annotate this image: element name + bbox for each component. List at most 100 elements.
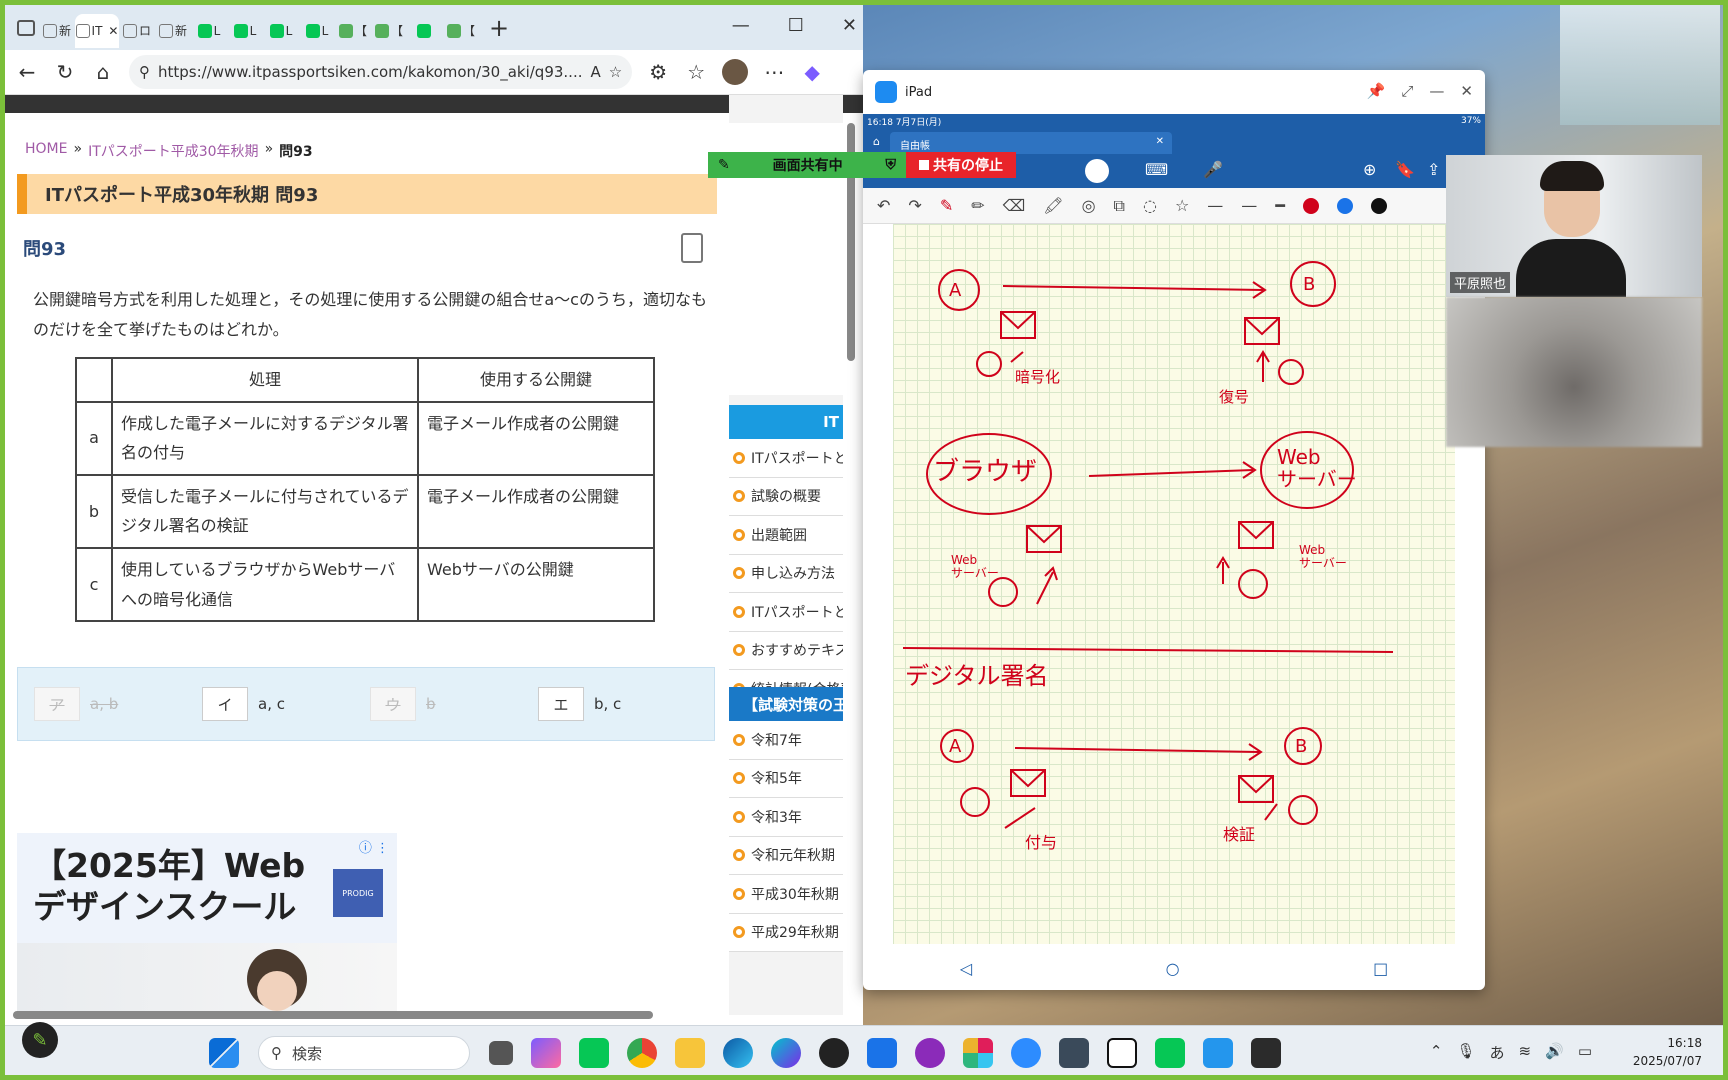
chevron-up-icon[interactable]: ⌃ (1430, 1042, 1443, 1063)
answer-a[interactable]: ア a, b (34, 687, 202, 721)
start-icon[interactable] (209, 1038, 239, 1068)
browser-tab[interactable]: IT ✕ (75, 13, 119, 48)
browser-tab[interactable]: 新 (39, 14, 75, 48)
browser-tab[interactable]: L (191, 14, 227, 48)
chrome-app-icon[interactable] (627, 1038, 657, 1068)
sidebar-menu-item[interactable]: おすすめテキス (729, 631, 843, 670)
share-icon[interactable]: ⇪ (1427, 160, 1440, 179)
ad-info-icon[interactable]: ⓘ ⋮ (359, 837, 389, 856)
battery-icon[interactable]: ▭ (1578, 1042, 1592, 1063)
black-swatch[interactable] (1370, 197, 1387, 214)
eraser-tool-icon[interactable]: ⌫ (1003, 196, 1026, 215)
reload-icon[interactable]: ↻ (53, 60, 77, 84)
breadcrumb-section[interactable]: ITパスポート平成30年秋期 (88, 141, 259, 161)
annotate-pen-icon[interactable]: ✎ (22, 1022, 58, 1058)
browser-tab[interactable]: L (227, 14, 263, 48)
sidebar-menu-item[interactable]: 出題範囲 (729, 516, 843, 555)
horizontal-scrollbar[interactable] (13, 1011, 653, 1019)
clock[interactable]: 16:18 2025/07/07 (1633, 1034, 1702, 1070)
advertisement[interactable]: 【2025年】Web デザインスクール PRODIG ⓘ ⋮ (17, 833, 397, 1013)
browser-tab[interactable]: 【 (371, 14, 407, 48)
chatgpt-app-icon[interactable] (819, 1038, 849, 1068)
extensions-icon[interactable]: ⚙ (646, 60, 670, 84)
minimize-icon[interactable]: — (1429, 82, 1444, 100)
home-icon[interactable]: ⌂ (91, 60, 115, 84)
sidebar-menu-item[interactable]: ITパスポートと (729, 439, 843, 478)
slack-app-icon[interactable] (963, 1038, 993, 1068)
highlighter-tool-icon[interactable]: 🖍 (1043, 196, 1063, 215)
favorites-icon[interactable]: ☆ (684, 60, 708, 84)
terminal-app-icon[interactable] (1251, 1038, 1281, 1068)
close-window-icon[interactable]: ✕ (842, 15, 857, 36)
pen-mode-icon[interactable] (1085, 159, 1109, 183)
copilot-icon[interactable]: ◆ (800, 60, 824, 84)
redo-icon[interactable]: ↷ (908, 196, 921, 215)
line-app-icon[interactable] (579, 1038, 609, 1068)
app-icon[interactable] (1059, 1038, 1089, 1068)
pin-icon[interactable]: 📌 (1367, 82, 1386, 100)
video-tile-blurred[interactable] (1446, 297, 1702, 447)
shape-tool-icon[interactable]: ◎ (1082, 196, 1096, 215)
more-menu-icon[interactable]: ⋯ (762, 60, 786, 84)
nav-home-icon[interactable]: ○ (1166, 959, 1180, 978)
address-bar[interactable]: ⚲ https://www.itpassportsiken.com/kakomo… (129, 55, 633, 89)
wifi-icon[interactable]: ≋ (1519, 1042, 1532, 1063)
notion-app-icon[interactable] (1107, 1038, 1137, 1068)
pencil-tool-icon[interactable]: ✏ (971, 196, 984, 215)
image-tool-icon[interactable]: ⧉ (1114, 196, 1125, 216)
undo-icon[interactable]: ↶ (877, 196, 890, 215)
stop-share-button[interactable]: 共有の停止 (906, 152, 1016, 178)
close-icon[interactable]: ✕ (1460, 82, 1473, 100)
browser-tab[interactable]: ロ (119, 14, 155, 48)
sidebar-menu-item[interactable]: 申し込み方法 (729, 554, 843, 593)
zoom-app-icon[interactable] (1011, 1038, 1041, 1068)
note-tab[interactable]: 自由帳 ✕ (889, 132, 1172, 154)
new-tab-button[interactable]: + (489, 14, 509, 42)
add-page-icon[interactable]: ⊕ (1363, 160, 1376, 179)
pen-tool-icon[interactable]: ✎ (940, 196, 953, 215)
browser-tab[interactable]: 新 (155, 14, 191, 48)
copilot-app-icon[interactable] (531, 1038, 561, 1068)
app-icon[interactable] (915, 1038, 945, 1068)
calculator-icon[interactable] (681, 233, 703, 263)
read-aloud-icon[interactable]: A (591, 63, 601, 81)
browser-tab[interactable]: 【 (443, 14, 479, 48)
nav-back-icon[interactable]: ◁ (960, 959, 972, 978)
minimize-icon[interactable]: — (732, 15, 750, 36)
tab-actions-icon[interactable] (17, 19, 35, 36)
sidebar-year-item[interactable]: 令和元年秋期 (729, 836, 843, 875)
site-info-icon[interactable]: ⚲ (139, 63, 150, 81)
sidebar-year-item[interactable]: 令和5年 (729, 759, 843, 798)
video-tile-participant[interactable]: 平原照也 (1446, 155, 1702, 297)
favorite-star-icon[interactable]: ☆ (609, 63, 622, 81)
explorer-app-icon[interactable] (675, 1038, 705, 1068)
red-swatch[interactable] (1302, 197, 1319, 214)
profile-avatar[interactable] (722, 59, 749, 85)
maximize-icon[interactable]: ☐ (788, 15, 804, 36)
sticker-tool-icon[interactable]: ☆ (1175, 196, 1189, 215)
keyboard-icon[interactable]: ⌨ (1145, 160, 1168, 179)
answer-i[interactable]: イ a, c (202, 687, 370, 721)
nav-recents-icon[interactable]: □ (1373, 959, 1388, 978)
note-canvas[interactable]: A B 暗号化 復号 ブラウザ Web サーバー Web サーバー Web サーバー … (893, 224, 1455, 944)
bookmark-icon[interactable]: 🔖 (1395, 160, 1415, 179)
share-status[interactable]: ✎ 画面共有中 ⛨ (708, 152, 906, 178)
volume-icon[interactable]: 🔊 (1545, 1042, 1564, 1063)
ime-indicator[interactable]: あ (1490, 1042, 1505, 1063)
sidebar-year-item[interactable]: 平成29年秋期 (729, 913, 843, 952)
browser-tab[interactable]: L (263, 14, 299, 48)
back-icon[interactable]: ← (15, 60, 39, 84)
sidebar-year-item[interactable]: 令和7年 (729, 721, 843, 760)
canva-app-icon[interactable] (771, 1038, 801, 1068)
browser-tab[interactable] (407, 14, 443, 48)
browser-tab[interactable]: 【 (335, 14, 371, 48)
answer-u[interactable]: ウb (370, 687, 538, 721)
microphone-icon[interactable]: 🎤 (1203, 160, 1223, 179)
close-tab-icon[interactable]: ✕ (108, 24, 118, 38)
sidebar-year-item[interactable]: 令和3年 (729, 798, 843, 837)
breadcrumb-home[interactable]: HOME (25, 141, 67, 161)
lasso-tool-icon[interactable]: ◌ (1143, 196, 1157, 215)
expand-icon[interactable]: ⤢ (1401, 82, 1413, 100)
thick-stroke-icon[interactable]: ━ (1275, 196, 1285, 215)
medium-stroke-icon[interactable]: — (1241, 196, 1257, 215)
